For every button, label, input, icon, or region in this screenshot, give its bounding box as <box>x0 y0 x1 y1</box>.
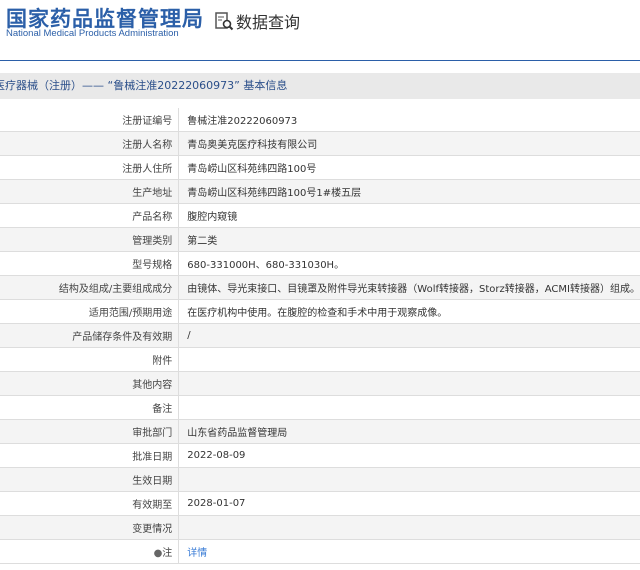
field-value: 腹腔内窥镜 <box>178 203 640 228</box>
table-row-note: ●注 详情 <box>0 539 640 564</box>
table-row: 生效日期 <box>0 467 640 492</box>
field-label: 适用范围/预期用途 <box>0 299 180 324</box>
table-row: 产品名称 腹腔内窥镜 <box>0 203 640 228</box>
field-label: 备注 <box>0 395 180 420</box>
field-value <box>178 467 640 492</box>
field-label: 产品名称 <box>0 203 180 228</box>
field-label: 批准日期 <box>0 443 180 468</box>
field-label: 型号规格 <box>0 251 180 276</box>
field-value: / <box>178 323 640 348</box>
field-label: 附件 <box>0 347 180 372</box>
table-row: 变更情况 <box>0 515 640 540</box>
field-label: 有效期至 <box>0 491 180 516</box>
field-value: 由镜体、导光束接口、目镜罩及附件导光束转接器（Wolf转接器，Storz转接器，… <box>178 275 640 300</box>
table-row: 产品储存条件及有效期 / <box>0 323 640 348</box>
field-label: 变更情况 <box>0 515 180 540</box>
field-value <box>178 347 640 372</box>
table-row: 结构及组成/主要组成成分 由镜体、导光束接口、目镜罩及附件导光束转接器（Wolf转… <box>0 275 640 300</box>
field-label: 其他内容 <box>0 371 180 396</box>
field-label: 生产地址 <box>0 179 180 204</box>
field-label: 注册人名称 <box>0 131 180 156</box>
field-value: 680-331000H、680-331030H。 <box>178 251 640 276</box>
table-row: 注册人名称 青岛奥美克医疗科技有限公司 <box>0 131 640 156</box>
site-header: 国家药品监督管理局 National Medical Products Admi… <box>0 0 640 61</box>
table-row: 适用范围/预期用途 在医疗机构中使用。在腹腔的检查和手术中用于观察成像。 <box>0 299 640 324</box>
field-label: 结构及组成/主要组成成分 <box>0 275 180 300</box>
field-value: 青岛崂山区科苑纬四路100号 <box>178 155 640 180</box>
field-label: 注册人住所 <box>0 155 180 180</box>
table-row: 其他内容 <box>0 371 640 396</box>
table-row: 管理类别 第二类 <box>0 227 640 252</box>
details-link[interactable]: 详情 <box>187 548 207 559</box>
note-label: 注 <box>162 548 173 559</box>
field-label: 管理类别 <box>0 227 180 252</box>
field-value: 在医疗机构中使用。在腹腔的检查和手术中用于观察成像。 <box>178 299 640 324</box>
field-value <box>178 515 640 540</box>
table-row: 备注 <box>0 395 640 420</box>
field-label: 审批部门 <box>0 419 180 444</box>
table-row: 有效期至 2028-01-07 <box>0 491 640 516</box>
data-query-label: 数据查询 <box>236 13 301 32</box>
field-value: 2022-08-09 <box>178 443 640 468</box>
table-row: 审批部门 山东省药品监督管理局 <box>0 419 640 444</box>
field-value: 青岛崂山区科苑纬四路100号1#楼五层 <box>178 179 640 204</box>
field-label: 注册证编号 <box>0 108 180 132</box>
field-value: 山东省药品监督管理局 <box>178 419 640 444</box>
field-value: 2028-01-07 <box>178 491 640 516</box>
table-row: 型号规格 680-331000H、680-331030H。 <box>0 251 640 276</box>
logo-subtitle: National Medical Products Administration <box>6 28 179 39</box>
field-value <box>178 371 640 396</box>
bullet-icon: ● <box>153 548 163 559</box>
field-label: ●注 <box>0 539 180 564</box>
field-value: 第二类 <box>178 227 640 252</box>
table-row: 批准日期 2022-08-09 <box>0 443 640 468</box>
field-value <box>178 395 640 420</box>
table-row: 注册人住所 青岛崂山区科苑纬四路100号 <box>0 155 640 180</box>
detail-table: 注册证编号 鲁械注准20222060973 注册人名称 青岛奥美克医疗科技有限公司 注册… <box>0 108 640 564</box>
document-search-icon <box>215 12 234 31</box>
data-query-link[interactable]: 数据查询 <box>214 9 300 33</box>
field-value: 鲁械注准20222060973 <box>178 108 640 132</box>
breadcrumb: 医疗器械（注册）—— “鲁械注准20222060973” 基本信息 <box>0 73 640 99</box>
field-label: 生效日期 <box>0 467 180 492</box>
field-label: 产品储存条件及有效期 <box>0 323 180 348</box>
table-row: 生产地址 青岛崂山区科苑纬四路100号1#楼五层 <box>0 179 640 204</box>
table-row: 附件 <box>0 347 640 372</box>
field-value: 青岛奥美克医疗科技有限公司 <box>178 131 640 156</box>
table-row: 注册证编号 鲁械注准20222060973 <box>0 108 640 132</box>
